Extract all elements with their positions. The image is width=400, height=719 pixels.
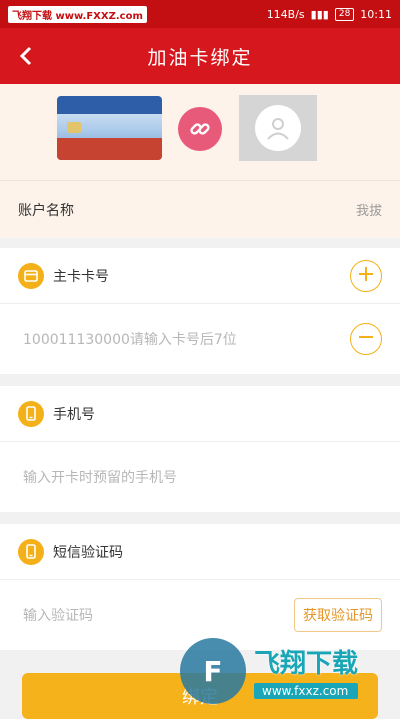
card-number-row: 100011130000请输入卡号后7位 — [0, 304, 400, 374]
card-number-input[interactable]: 100011130000请输入卡号后7位 — [23, 329, 237, 349]
watermark-main-text: 飞翔下载 — [254, 649, 359, 679]
account-name-value: 我拔 — [355, 204, 382, 219]
phone-section: 手机号 输入开卡时预留的手机号 — [0, 386, 400, 512]
card-binding-visual — [0, 84, 400, 180]
app-header: 加油卡绑定 — [0, 28, 400, 84]
main-card-title: 主卡卡号 — [53, 268, 109, 285]
phone-title: 手机号 — [53, 406, 95, 423]
remove-card-button[interactable] — [350, 323, 382, 355]
main-card-header: 主卡卡号 — [0, 248, 400, 304]
signal-icon: ▮▮▮ — [310, 7, 329, 21]
phone-header: 手机号 — [0, 386, 400, 442]
watermark-logo: F 飞翔下载 www.fxxz.com — [180, 630, 400, 712]
user-icon — [255, 105, 301, 151]
chevron-left-icon[interactable] — [12, 42, 40, 70]
status-bar: 飞翔下载 www.FXXZ.com 114B/s ▮▮▮ 28 10:11 — [0, 0, 400, 28]
card-icon — [18, 262, 44, 289]
plus-icon — [358, 266, 374, 286]
watermark-badge: 飞翔下载 www.FXXZ.com — [8, 5, 147, 23]
get-code-button[interactable]: 获取验证码 — [294, 598, 382, 632]
phone-row: 输入开卡时预留的手机号 — [0, 442, 400, 512]
link-icon — [178, 107, 222, 151]
account-name-row: 账户名称 我拔 — [0, 180, 400, 238]
main-card-section: 主卡卡号 100011130000请输入卡号后7位 — [0, 248, 400, 374]
user-placeholder — [239, 95, 317, 161]
battery-level: 28 — [334, 7, 355, 21]
sms-code-input[interactable]: 输入验证码 — [23, 605, 93, 625]
sms-header: 短信验证码 — [0, 524, 400, 580]
status-right: 114B/s ▮▮▮ 28 10:11 — [266, 7, 392, 21]
phone-input[interactable]: 输入开卡时预留的手机号 — [23, 467, 177, 487]
phone-icon — [18, 400, 44, 427]
net-speed: 114B/s — [266, 7, 305, 21]
add-card-button[interactable] — [350, 259, 382, 292]
fuel-card-image — [57, 96, 162, 160]
clock: 10:11 — [360, 7, 392, 21]
brand-logo-icon: F — [180, 638, 246, 704]
watermark-sub-text: www.fxxz.com — [254, 683, 359, 699]
minus-icon — [358, 329, 374, 349]
phone-icon — [18, 538, 44, 565]
sms-title: 短信验证码 — [53, 544, 123, 561]
account-name-label: 账户名称 — [18, 202, 74, 219]
page-title: 加油卡绑定 — [147, 46, 253, 69]
